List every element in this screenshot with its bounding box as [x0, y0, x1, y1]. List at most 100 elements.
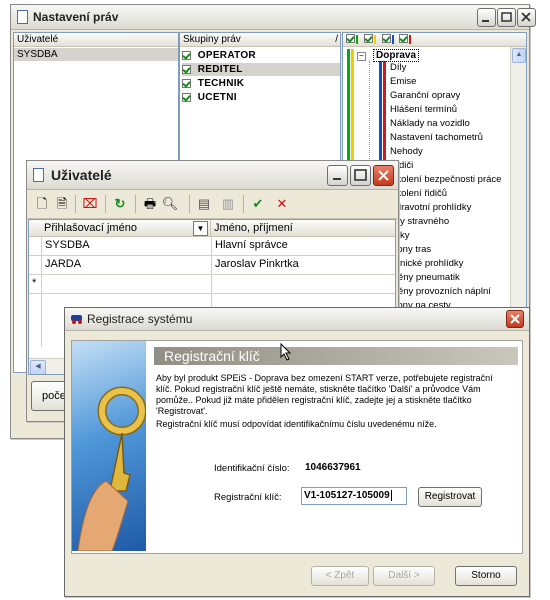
group-name: REDITEL	[197, 64, 243, 75]
confirm-icon[interactable]: ✔	[249, 195, 267, 213]
tree-expander-icon[interactable]: −	[357, 52, 366, 61]
column-header-label: Jméno, příjmení	[214, 222, 293, 234]
scroll-left-icon[interactable]: ◀	[30, 360, 46, 374]
id-value: 1046637961	[305, 462, 361, 473]
table-row[interactable]: SYSDBA Hlavní správce	[29, 237, 395, 256]
checkbox-icon[interactable]	[381, 33, 391, 43]
registration-key-input[interactable]: V1-105127-105009	[301, 487, 407, 505]
heading-bar: Registrační klíč	[154, 347, 518, 365]
checkbox-icon[interactable]	[182, 92, 191, 102]
title-bar: Uživatelé	[27, 161, 398, 190]
registration-key-value: V1-105127-105009	[304, 490, 392, 501]
table-row-new[interactable]: *	[29, 275, 395, 294]
name-cell: Jaroslav Pinkrtka	[215, 258, 299, 270]
scroll-up-icon[interactable]: ▲	[512, 48, 526, 63]
minimize-icon	[482, 20, 489, 22]
maximize-icon	[501, 12, 512, 22]
close-icon	[510, 314, 520, 324]
list-icon[interactable]: ▤	[195, 195, 213, 213]
next-button[interactable]: Další >	[373, 566, 435, 586]
tree-item[interactable]: Nastavení tachometrů	[390, 132, 483, 143]
refresh-icon[interactable]: ↻	[111, 195, 129, 213]
tree-item[interactable]: chnické prohlídky	[390, 258, 463, 269]
checkbox-icon[interactable]	[182, 64, 191, 74]
details-icon[interactable]: ▥	[219, 195, 237, 213]
login-cell: JARDA	[45, 258, 82, 270]
search-icon[interactable]: 🔍︎	[161, 195, 179, 213]
maximize-button[interactable]	[350, 165, 371, 186]
toolbar: 🗋 🗎 ⌧ ↻ 🖶 🔍︎ ▤ ▥ ✔ ✕	[27, 190, 398, 219]
registrace-window: Registrace systému Registrační klíč Aby …	[64, 307, 530, 597]
toolbar-separator	[75, 195, 76, 213]
close-button[interactable]	[373, 165, 394, 186]
name-cell: Hlavní správce	[215, 239, 288, 251]
toolbar-separator	[105, 195, 106, 213]
dropdown-arrow-icon[interactable]: ▼	[193, 221, 208, 236]
group-row[interactable]: TECHNIK	[182, 77, 340, 90]
rights-header	[343, 33, 526, 47]
title-bar: Nastavení práv	[11, 5, 536, 30]
grid-header-corner	[29, 220, 41, 237]
toolbar-separator	[135, 195, 136, 213]
close-button[interactable]	[506, 310, 524, 328]
window-title: Uživatelé	[51, 167, 112, 183]
tree-item[interactable]: Garanční opravy	[390, 90, 460, 101]
checkbox-icon[interactable]	[363, 33, 373, 43]
app-icon	[70, 312, 84, 324]
checkbox-icon[interactable]	[182, 50, 191, 60]
tree-item[interactable]: Školení bezpečnosti práce	[390, 174, 501, 185]
mouse-cursor-icon	[280, 342, 292, 364]
print-icon[interactable]: 🖶	[141, 195, 159, 213]
note-text: Registrační klíč musí odpovídat identifi…	[156, 419, 437, 429]
user-row[interactable]: SYSDBA	[14, 48, 178, 61]
content-frame: Registrační klíč Aby byl produkt SPEiS -…	[71, 340, 523, 554]
checkbox-icon[interactable]	[182, 78, 191, 88]
group-name: OPERATOR	[197, 50, 256, 61]
back-button[interactable]: < Zpět	[311, 566, 369, 586]
window-title: Registrace systému	[87, 312, 193, 326]
edit-document-icon[interactable]: 🗎	[53, 195, 71, 213]
document-icon	[33, 168, 44, 182]
tree-item[interactable]: Díly	[390, 62, 406, 73]
tree-item[interactable]: Emise	[390, 76, 416, 87]
minimize-button[interactable]	[327, 165, 348, 186]
new-document-icon[interactable]: 🗋	[33, 195, 51, 213]
tree-item[interactable]: Nehody	[390, 146, 423, 157]
group-row[interactable]: UCETNI	[182, 91, 340, 104]
group-row[interactable]: REDITEL	[182, 63, 340, 76]
tree-item[interactable]: měny provozních náplní	[390, 286, 491, 297]
close-icon	[521, 12, 531, 22]
column-header-login[interactable]: Přihlašovací jméno ▼	[41, 220, 211, 237]
tree-item[interactable]: Hlášení termínů	[390, 104, 457, 115]
window-title: Nastavení práv	[33, 10, 119, 24]
toolbar-separator	[189, 195, 190, 213]
tree-root[interactable]: Doprava	[373, 49, 420, 62]
group-name: UCETNI	[197, 92, 237, 103]
tree-item[interactable]: Náklady na vozidlo	[390, 118, 470, 129]
register-button[interactable]: Registrovat	[418, 487, 482, 507]
document-icon	[17, 10, 28, 24]
close-button[interactable]	[517, 8, 536, 27]
delete-document-icon[interactable]: ⌧	[81, 195, 99, 213]
key-illustration	[72, 341, 146, 551]
minimize-button[interactable]	[477, 8, 496, 27]
groups-header: Skupiny práv /	[180, 33, 340, 47]
minimize-icon	[333, 178, 341, 180]
title-bar: Registrace systému	[65, 308, 529, 331]
group-name: TECHNIK	[197, 78, 245, 89]
login-cell: SYSDBA	[45, 239, 90, 251]
close-icon	[378, 170, 389, 181]
column-header-name[interactable]: Jméno, příjmení	[211, 220, 395, 237]
cancel-icon[interactable]: ✕	[273, 195, 291, 213]
checkbox-icon[interactable]	[399, 33, 409, 43]
group-row[interactable]: OPERATOR	[182, 49, 340, 62]
column-header-label: Přihlašovací jméno	[44, 222, 137, 234]
table-row[interactable]: JARDA Jaroslav Pinkrtka	[29, 256, 395, 275]
tree-item[interactable]: Zdravotní prohlídky	[390, 202, 471, 213]
tree-item[interactable]: měny pneumatik	[390, 272, 460, 283]
checkbox-icon[interactable]	[346, 33, 355, 43]
new-row-marker: *	[32, 277, 37, 289]
maximize-button[interactable]	[497, 8, 516, 27]
id-label: Identifikační číslo:	[214, 463, 290, 474]
cancel-button[interactable]: Storno	[455, 566, 517, 586]
